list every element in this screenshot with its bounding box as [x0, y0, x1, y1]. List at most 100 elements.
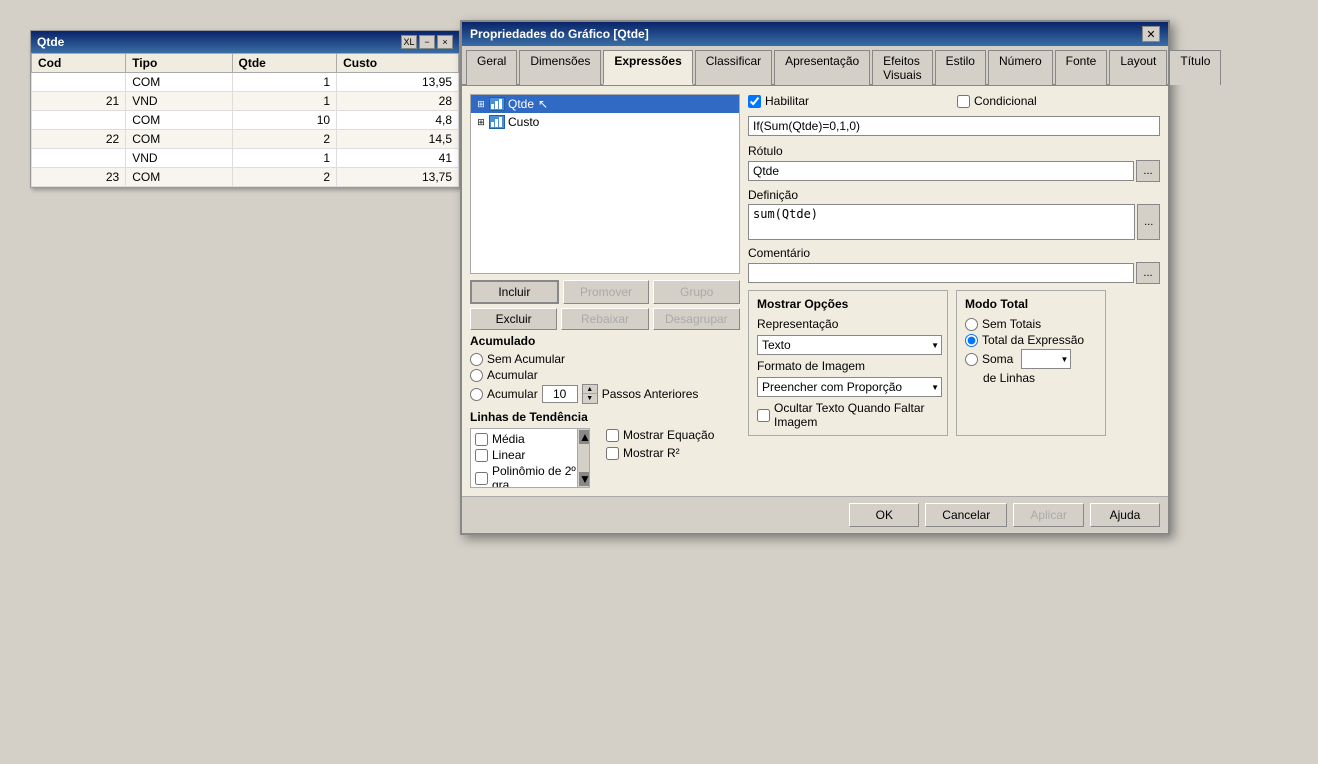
- ocultar-row: Ocultar Texto Quando Faltar Imagem: [757, 401, 939, 429]
- tab-apresentacao[interactable]: Apresentação: [774, 50, 870, 85]
- formato-imagem-select[interactable]: Preencher com Proporção Ajustar Esticar: [757, 377, 942, 397]
- right-panel: Habilitar Condicional Rótulo ...: [748, 94, 1160, 488]
- cell: 4,8: [337, 111, 459, 130]
- cell: 13,95: [337, 73, 459, 92]
- definicao-input[interactable]: sum(Qtde): [748, 204, 1135, 240]
- radio-soma-input[interactable]: [965, 353, 978, 366]
- cell: 10: [232, 111, 337, 130]
- cell: 2: [232, 168, 337, 187]
- tree-expand-qtde[interactable]: ⊞: [475, 98, 487, 110]
- tab-layout[interactable]: Layout: [1109, 50, 1167, 85]
- acumulado-label: Acumulado: [470, 334, 740, 348]
- soma-select[interactable]: 1 2: [1021, 349, 1071, 369]
- cancelar-button[interactable]: Cancelar: [925, 503, 1007, 527]
- bg-window-xl-btn[interactable]: XL: [401, 35, 417, 49]
- trend-item-linear: Linear: [473, 447, 587, 463]
- cell: 13,75: [337, 168, 459, 187]
- trend-media-label: Média: [492, 432, 525, 446]
- bg-window-close-btn[interactable]: ×: [437, 35, 453, 49]
- representacao-select[interactable]: Texto Número Porcentagem: [757, 335, 942, 355]
- dialog-close-button[interactable]: ✕: [1142, 26, 1160, 42]
- col-qtde: Qtde: [232, 54, 337, 73]
- cell: 22: [32, 130, 126, 149]
- mostrar-r2-label: Mostrar R²: [623, 446, 680, 460]
- passos-down-arrow[interactable]: ▼: [583, 394, 597, 403]
- trend-media-checkbox[interactable]: [475, 433, 488, 446]
- excluir-button[interactable]: Excluir: [470, 308, 557, 330]
- trend-list[interactable]: Média Linear Polinômio de 2º gra: [470, 428, 590, 488]
- radio-sem-totais: Sem Totais: [965, 317, 1097, 331]
- bg-window-min-btn[interactable]: −: [419, 35, 435, 49]
- tree-label-qtde: Qtde: [508, 97, 534, 111]
- tab-estilo[interactable]: Estilo: [935, 50, 986, 85]
- tree-expand-custo[interactable]: ⊞: [475, 116, 487, 128]
- bar-chart-icon-qtde: [489, 97, 505, 111]
- mostrar-equacao-checkbox[interactable]: [606, 429, 619, 442]
- properties-dialog: Propriedades do Gráfico [Qtde] ✕ Geral D…: [460, 20, 1170, 535]
- incluir-button[interactable]: Incluir: [470, 280, 559, 304]
- definicao-input-row: sum(Qtde) ...: [748, 204, 1160, 240]
- tab-dimensoes[interactable]: Dimensões: [519, 50, 601, 85]
- comentario-input[interactable]: [748, 263, 1134, 283]
- ajuda-button[interactable]: Ajuda: [1090, 503, 1160, 527]
- tab-fonte[interactable]: Fonte: [1055, 50, 1108, 85]
- radio-acumular2-input[interactable]: [470, 388, 483, 401]
- tab-expressoes[interactable]: Expressões: [603, 50, 692, 85]
- desagrupar-button[interactable]: Desagrupar: [653, 308, 740, 330]
- cell: 21: [32, 92, 126, 111]
- mostrar-r2-checkbox[interactable]: [606, 447, 619, 460]
- trend-polinomio2-label: Polinômio de 2º gra: [492, 464, 585, 488]
- dialog-titlebar: Propriedades do Gráfico [Qtde] ✕: [462, 22, 1168, 46]
- comentario-btn[interactable]: ...: [1136, 262, 1160, 284]
- tab-classificar[interactable]: Classificar: [695, 50, 772, 85]
- condicional-checkbox[interactable]: [957, 95, 970, 108]
- passos-input[interactable]: [542, 385, 578, 403]
- ok-button[interactable]: OK: [849, 503, 919, 527]
- definicao-btn[interactable]: ...: [1137, 204, 1160, 240]
- habilitar-label: Habilitar: [765, 94, 809, 108]
- condition-input[interactable]: [748, 116, 1160, 136]
- tree-label-custo: Custo: [508, 115, 539, 129]
- bg-window-title: Qtde: [37, 35, 64, 49]
- ocultar-checkbox[interactable]: [757, 409, 770, 422]
- trend-polinomio2-checkbox[interactable]: [475, 472, 488, 485]
- trend-scroll-thumb[interactable]: [579, 445, 589, 459]
- rotulo-group: Rótulo ...: [748, 144, 1160, 182]
- tab-efeitos-visuais[interactable]: Efeitos Visuais: [872, 50, 932, 85]
- table-row: COM 10 4,8: [32, 111, 459, 130]
- tab-titulo[interactable]: Título: [1169, 50, 1221, 85]
- trend-linear-checkbox[interactable]: [475, 449, 488, 462]
- tree-item-custo[interactable]: ⊞ Custo: [471, 113, 739, 131]
- mostrar-opcoes-title: Mostrar Opções: [757, 297, 939, 311]
- aplicar-button[interactable]: Aplicar: [1013, 503, 1084, 527]
- cell: COM: [126, 111, 232, 130]
- dialog-title: Propriedades do Gráfico [Qtde]: [470, 27, 649, 41]
- radio-sem-totais-input[interactable]: [965, 318, 978, 331]
- data-table: Cod Tipo Qtde Custo COM 1 13,95 21 VND 1: [31, 53, 459, 187]
- habilitar-checkbox[interactable]: [748, 95, 761, 108]
- promover-button[interactable]: Promover: [563, 280, 650, 304]
- bottom-options: Mostrar Opções Representação Texto Númer…: [748, 290, 1160, 436]
- radio-acumular-input[interactable]: [470, 369, 483, 382]
- passos-up-arrow[interactable]: ▲: [583, 385, 597, 394]
- rotulo-input[interactable]: [748, 161, 1134, 181]
- tab-geral[interactable]: Geral: [466, 50, 517, 85]
- radio-total-expressao-input[interactable]: [965, 334, 978, 347]
- mostrar-r2-row: Mostrar R²: [606, 446, 714, 460]
- trend-scroll-up[interactable]: ▲: [579, 430, 589, 444]
- cell: 28: [337, 92, 459, 111]
- rotulo-btn[interactable]: ...: [1136, 160, 1160, 182]
- bg-titlebar-buttons: XL − ×: [401, 35, 453, 49]
- tree-item-qtde[interactable]: ⊞ Qtde ↖: [471, 95, 739, 113]
- trend-scrollbar[interactable]: ▲ ▼: [577, 429, 589, 487]
- radio-sem-acumular-input[interactable]: [470, 353, 483, 366]
- tab-numero[interactable]: Número: [988, 50, 1053, 85]
- condicional-label: Condicional: [974, 94, 1037, 108]
- rebaixar-button[interactable]: Rebaixar: [561, 308, 648, 330]
- cell: 14,5: [337, 130, 459, 149]
- expression-tree[interactable]: ⊞ Qtde ↖ ⊞: [470, 94, 740, 274]
- trend-scroll-down[interactable]: ▼: [579, 472, 589, 486]
- grupo-button[interactable]: Grupo: [653, 280, 740, 304]
- cursor-icon: ↖: [538, 97, 548, 111]
- rotulo-label: Rótulo: [748, 144, 1160, 158]
